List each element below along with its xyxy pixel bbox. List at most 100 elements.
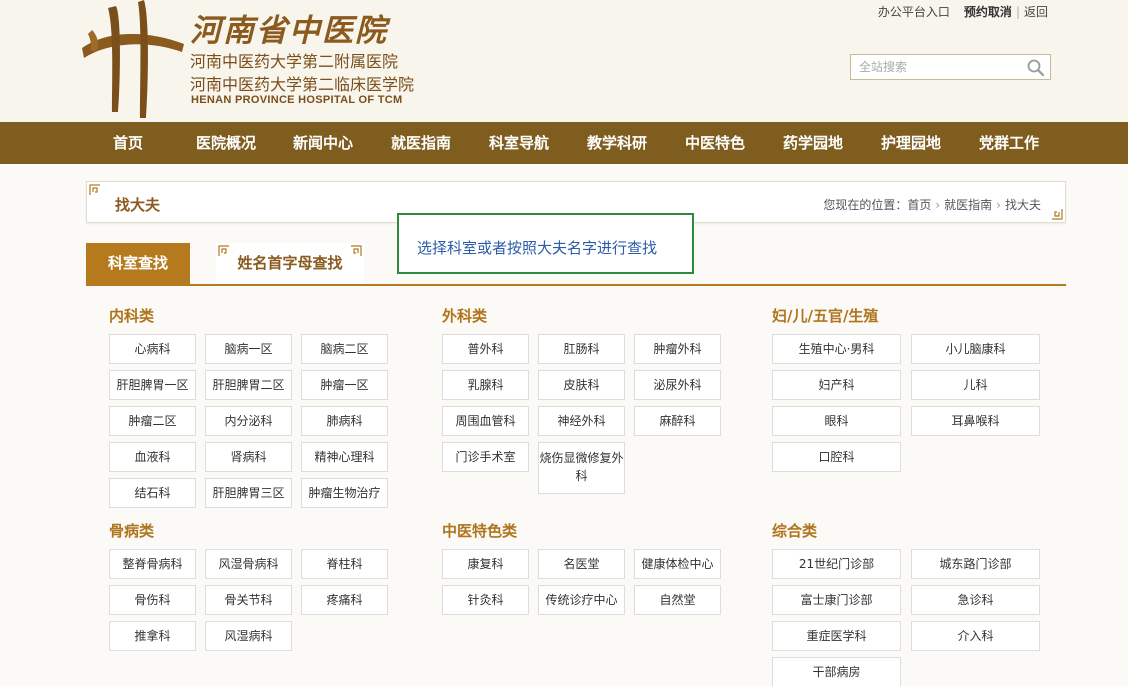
dept-button[interactable]: 健康体检中心 (634, 549, 721, 579)
dept-button[interactable]: 麻醉科 (634, 406, 721, 436)
dept-button[interactable]: 脑病一区 (205, 334, 292, 364)
dept-button[interactable]: 肾病科 (205, 442, 292, 472)
chevron-right-icon: › (996, 198, 1001, 212)
hospital-logo-icon[interactable] (78, 0, 188, 118)
dept-button[interactable]: 肿瘤一区 (301, 370, 388, 400)
dept-button[interactable]: 推拿科 (109, 621, 196, 651)
dept-button[interactable]: 乳腺科 (442, 370, 529, 400)
dept-button[interactable]: 肿瘤生物治疗 (301, 478, 388, 508)
dept-button[interactable]: 21世纪门诊部 (772, 549, 901, 579)
breadcrumb-medical-guide[interactable]: 就医指南 (944, 198, 992, 212)
category-title-internal: 内科类 (109, 307, 155, 325)
dept-button[interactable]: 口腔科 (772, 442, 901, 472)
dept-button[interactable]: 儿科 (911, 370, 1040, 400)
dept-button[interactable]: 风湿骨病科 (205, 549, 292, 579)
dept-button[interactable]: 耳鼻喉科 (911, 406, 1040, 436)
dept-button[interactable]: 肝胆脾胃三区 (205, 478, 292, 508)
dept-button[interactable]: 肝胆脾胃二区 (205, 370, 292, 400)
dept-button[interactable]: 针灸科 (442, 585, 529, 615)
tab-name-label: 姓名首字母查找 (237, 254, 343, 272)
nav-hospital-overview[interactable]: 医院概况 (181, 122, 271, 164)
dept-button[interactable]: 整脊骨病科 (109, 549, 196, 579)
dept-button[interactable]: 城东路门诊部 (911, 549, 1040, 579)
dept-button[interactable]: 眼科 (772, 406, 901, 436)
dept-button[interactable]: 富士康门诊部 (772, 585, 901, 615)
dept-button[interactable]: 骨伤科 (109, 585, 196, 615)
breadcrumb: 您现在的位置：首页 › 就医指南 › 找大夫 (823, 196, 1041, 213)
dept-button[interactable]: 名医堂 (538, 549, 625, 579)
logo-title: 河南省中医院 (190, 13, 388, 49)
nav-nursing[interactable]: 护理园地 (866, 122, 956, 164)
office-platform-link[interactable]: 办公平台入口 (878, 5, 950, 19)
corner-decoration-icon (1052, 209, 1063, 220)
search-box (850, 54, 1051, 80)
breadcrumb-home[interactable]: 首页 (907, 198, 931, 212)
nav-teaching-research[interactable]: 教学科研 (572, 122, 662, 164)
dept-button[interactable]: 康复科 (442, 549, 529, 579)
breadcrumb-prefix: 您现在的位置： (823, 198, 908, 212)
corner-decoration-icon (218, 245, 229, 256)
dept-button[interactable]: 神经外科 (538, 406, 625, 436)
dept-button[interactable]: 内分泌科 (205, 406, 292, 436)
nav-party-work[interactable]: 党群工作 (964, 122, 1054, 164)
category-title-general: 综合类 (772, 522, 818, 540)
tab-name-initial-search[interactable]: 姓名首字母查找 (216, 243, 364, 284)
nav-news-center[interactable]: 新闻中心 (278, 122, 368, 164)
hint-text: 选择科室或者按照大夫名字进行查找 (417, 239, 658, 257)
dept-button[interactable]: 肿瘤二区 (109, 406, 196, 436)
dept-button[interactable]: 重症医学科 (772, 621, 901, 651)
dept-button[interactable]: 骨关节科 (205, 585, 292, 615)
top-links: 办公平台入口 预约取消 | 返回 (878, 3, 1048, 20)
dept-button[interactable]: 脊柱科 (301, 549, 388, 579)
logo-subtitle-1: 河南中医药大学第二附属医院 (190, 52, 399, 71)
dept-button[interactable]: 门诊手术室 (442, 442, 529, 472)
dept-button[interactable]: 结石科 (109, 478, 196, 508)
nav-tcm-features[interactable]: 中医特色 (670, 122, 760, 164)
category-title-bone: 骨病类 (109, 522, 155, 540)
search-icon[interactable] (1026, 58, 1046, 78)
dept-button[interactable]: 妇产科 (772, 370, 901, 400)
dept-button[interactable]: 干部病房 (772, 657, 901, 686)
page-title: 找大夫 (115, 196, 161, 214)
main-nav: 首页 医院概况 新闻中心 就医指南 科室导航 教学科研 中医特色 药学园地 护理… (0, 122, 1128, 164)
nav-pharmacy[interactable]: 药学园地 (768, 122, 858, 164)
dept-button[interactable]: 血液科 (109, 442, 196, 472)
back-link[interactable]: 返回 (1024, 5, 1048, 19)
category-title-women-children: 妇/儿/五官/生殖 (772, 307, 879, 325)
nav-department-navigation[interactable]: 科室导航 (474, 122, 564, 164)
header: 河南省中医院 河南中医药大学第二附属医院 河南中医药大学第二临床医学院 HENA… (0, 0, 1128, 122)
dept-button[interactable]: 肝胆脾胃一区 (109, 370, 196, 400)
dept-button[interactable]: 皮肤科 (538, 370, 625, 400)
dept-button[interactable]: 脑病二区 (301, 334, 388, 364)
dept-button[interactable]: 风湿病科 (205, 621, 292, 651)
dept-button[interactable]: 心病科 (109, 334, 196, 364)
dept-button[interactable]: 普外科 (442, 334, 529, 364)
logo-english-name: HENAN PROVINCE HOSPITAL OF TCM (191, 94, 403, 106)
dept-button[interactable]: 泌尿外科 (634, 370, 721, 400)
tab-underline (86, 284, 1066, 286)
dept-button[interactable]: 精神心理科 (301, 442, 388, 472)
dept-button[interactable]: 疼痛科 (301, 585, 388, 615)
category-title-surgery: 外科类 (442, 307, 488, 325)
chevron-right-icon: › (935, 198, 941, 212)
dept-button[interactable]: 急诊科 (911, 585, 1040, 615)
nav-medical-guide[interactable]: 就医指南 (376, 122, 466, 164)
dept-button[interactable]: 自然堂 (634, 585, 721, 615)
appointment-cancel-link[interactable]: 预约取消 (964, 5, 1012, 19)
hint-box: 选择科室或者按照大夫名字进行查找 (397, 213, 694, 274)
dept-button[interactable]: 肛肠科 (538, 334, 625, 364)
dept-button[interactable]: 烧伤显微修复外科 (538, 442, 625, 494)
tab-department-search[interactable]: 科室查找 (86, 243, 190, 284)
dept-button[interactable]: 生殖中心·男科 (772, 334, 901, 364)
nav-home[interactable]: 首页 (83, 122, 173, 164)
dept-button[interactable]: 小儿脑康科 (911, 334, 1040, 364)
dept-button[interactable]: 周围血管科 (442, 406, 529, 436)
link-separator: | (1015, 5, 1020, 19)
dept-button[interactable]: 肿瘤外科 (634, 334, 721, 364)
corner-decoration-icon (351, 245, 362, 256)
dept-button[interactable]: 介入科 (911, 621, 1040, 651)
search-input[interactable] (851, 55, 1021, 79)
dept-button[interactable]: 传统诊疗中心 (538, 585, 625, 615)
category-title-tcm: 中医特色类 (442, 522, 518, 540)
dept-button[interactable]: 肺病科 (301, 406, 388, 436)
